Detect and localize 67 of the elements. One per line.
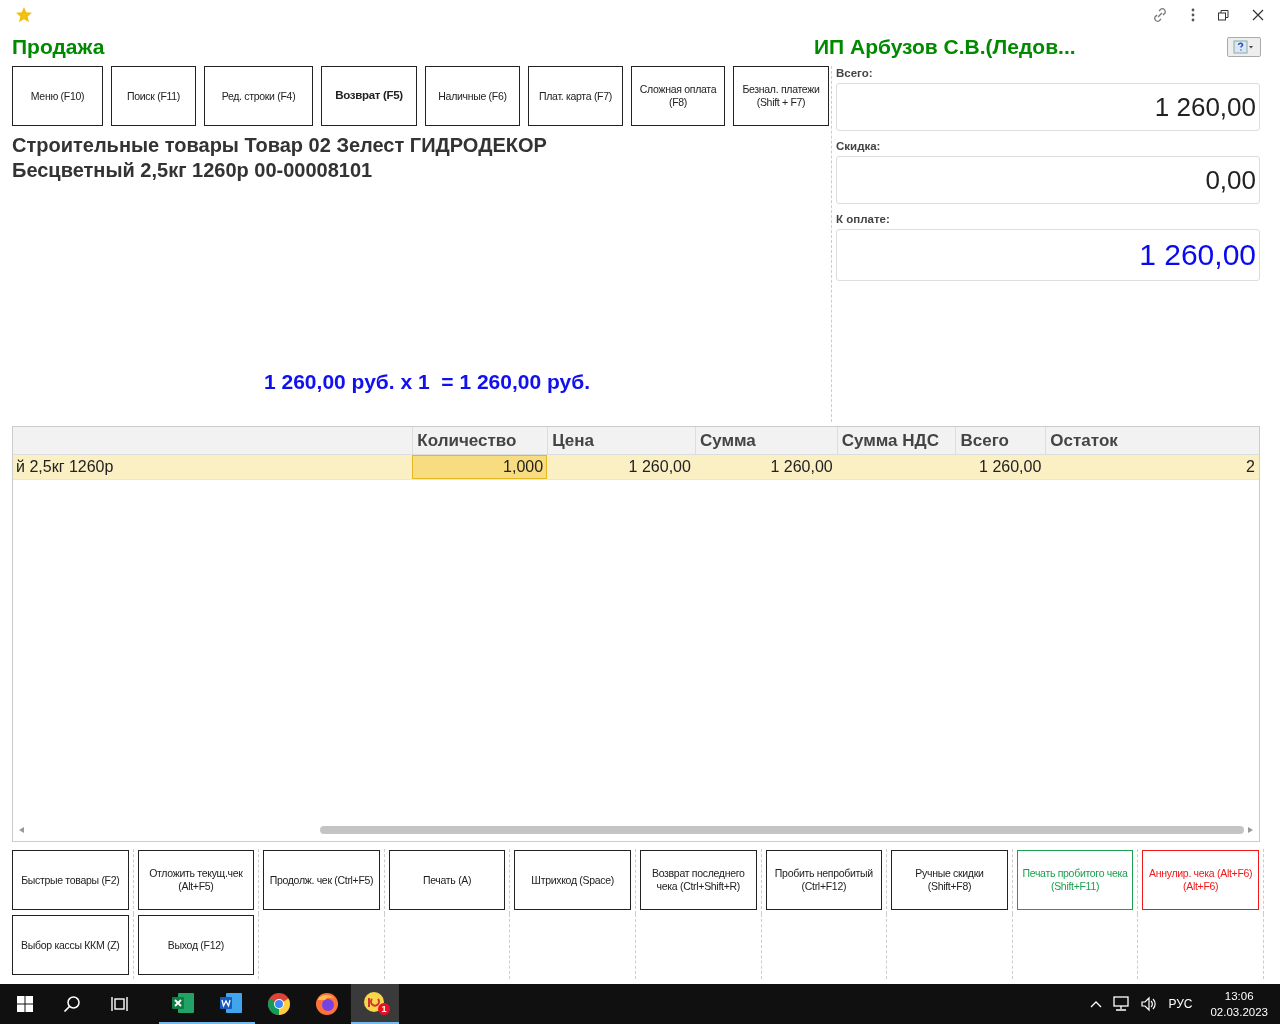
table-cell-text: 1 260,00 [978,457,1043,477]
network-icon[interactable] [1112,996,1131,1012]
command-button[interactable]: Возврат (F5) [321,66,417,126]
command-button[interactable]: Меню (F10) [12,66,103,126]
command-button[interactable]: Плат. карта (F7) [528,66,623,126]
scroll-left-icon[interactable] [19,827,24,833]
command-button[interactable]: Штрихкод (Space) [514,850,631,910]
column-header[interactable]: Сумма НДС [836,427,956,454]
command-button[interactable]: Быстрые товары (F2) [12,850,129,910]
command-button[interactable]: Аннулир. чека (Alt+F6) (Alt+F6) [1142,850,1259,910]
speaker-icon[interactable] [1140,996,1159,1012]
clock-time[interactable]: 13:06 [1224,988,1254,1004]
total-field: 1 260,00 [836,83,1260,131]
column-header[interactable]: Цена [547,427,695,454]
table-row[interactable]: й 2,5кг 1260р 1,000 1 260,00 1 260,00 1 260,00 2 [13,455,1259,480]
table-cell-text: 1 260,00 [627,457,692,477]
command-button[interactable]: Ручные скидки (Shift+F8) [891,850,1008,910]
command-button[interactable]: Печать (A) [388,850,506,910]
keyboard-language[interactable]: РУС [1168,997,1193,1011]
help-button[interactable] [1227,37,1261,57]
scroll-right-icon[interactable] [1248,827,1253,833]
table-cell-text: 2 [1245,457,1256,477]
accounting-app-icon [363,991,387,1015]
table-cell: 1,000 [412,455,548,479]
windows-start-icon[interactable] [17,996,33,1012]
notification-badge: 1 [378,1003,390,1015]
command-button[interactable]: Продолж. чек (Ctrl+F5) [263,850,380,910]
fox-browser-app-icon [315,992,339,1016]
command-button[interactable]: Ред. строки (F4) [204,66,313,126]
column-header[interactable]: Всего [955,427,1046,454]
total-label: Скидка: [836,139,882,154]
more-icon[interactable] [1191,8,1195,22]
restore-icon[interactable] [1218,9,1229,21]
favorite-star-icon[interactable] [15,6,33,24]
table-cell-text: 1 260,00 [769,457,834,477]
column-header[interactable]: Остаток [1045,427,1259,454]
taskbar-app-button[interactable]: 1 [351,984,399,1024]
form-title: Продажа [12,35,106,59]
total-label: К оплате: [836,212,891,227]
command-button[interactable]: Выбор кассы ККМ (Z) [12,915,129,975]
chevron-up-icon[interactable] [1090,1000,1103,1008]
document-app-icon [219,992,243,1014]
product-name: Строительные товары Товар 02 Зелест ГИДРОДЕКОР Бесцветный 2,5кг 1260р 00-00008101 [12,133,548,183]
command-button[interactable]: Поиск (F11) [111,66,196,126]
organization-name: ИП Арбузов С.В.(Ледов... [814,35,1077,59]
spreadsheet-app-icon [171,992,195,1014]
command-button[interactable]: Сложная оплата (F8) [631,66,725,126]
command-button[interactable]: Отложить текущ.чек (Alt+F5) [137,850,255,910]
table-cell-text: й 2,5кг 1260р [15,457,115,477]
command-button[interactable]: Безнал. платежи (Shift + F7) [733,66,829,126]
command-button[interactable]: Возврат последнего чека (Ctrl+Shift+R) [639,850,757,910]
browser-app-icon [267,992,291,1016]
command-button[interactable]: Выход (F12) [137,915,255,975]
search-icon[interactable] [63,995,81,1013]
total-field: 0,00 [836,156,1260,204]
close-icon[interactable] [1252,9,1264,21]
command-button[interactable]: Пробить непробитый (Ctrl+F12) [765,850,883,910]
task-view-icon[interactable] [111,996,129,1012]
command-button[interactable]: Печать пробитого чека (Shift+F11) [1016,850,1134,910]
clock-date[interactable]: 02.03.2023 [1210,1004,1268,1020]
command-button[interactable]: Наличные (F6) [425,66,520,126]
column-header[interactable]: Сумма [694,427,837,454]
total-field: 1 260,00 [836,229,1260,281]
price-calculation: 1 260,00 руб. х 1 = 1 260,00 руб. [264,370,591,394]
column-header[interactable]: Количество [412,427,548,454]
link-icon[interactable] [1152,7,1168,23]
total-label: Всего: [836,66,874,81]
